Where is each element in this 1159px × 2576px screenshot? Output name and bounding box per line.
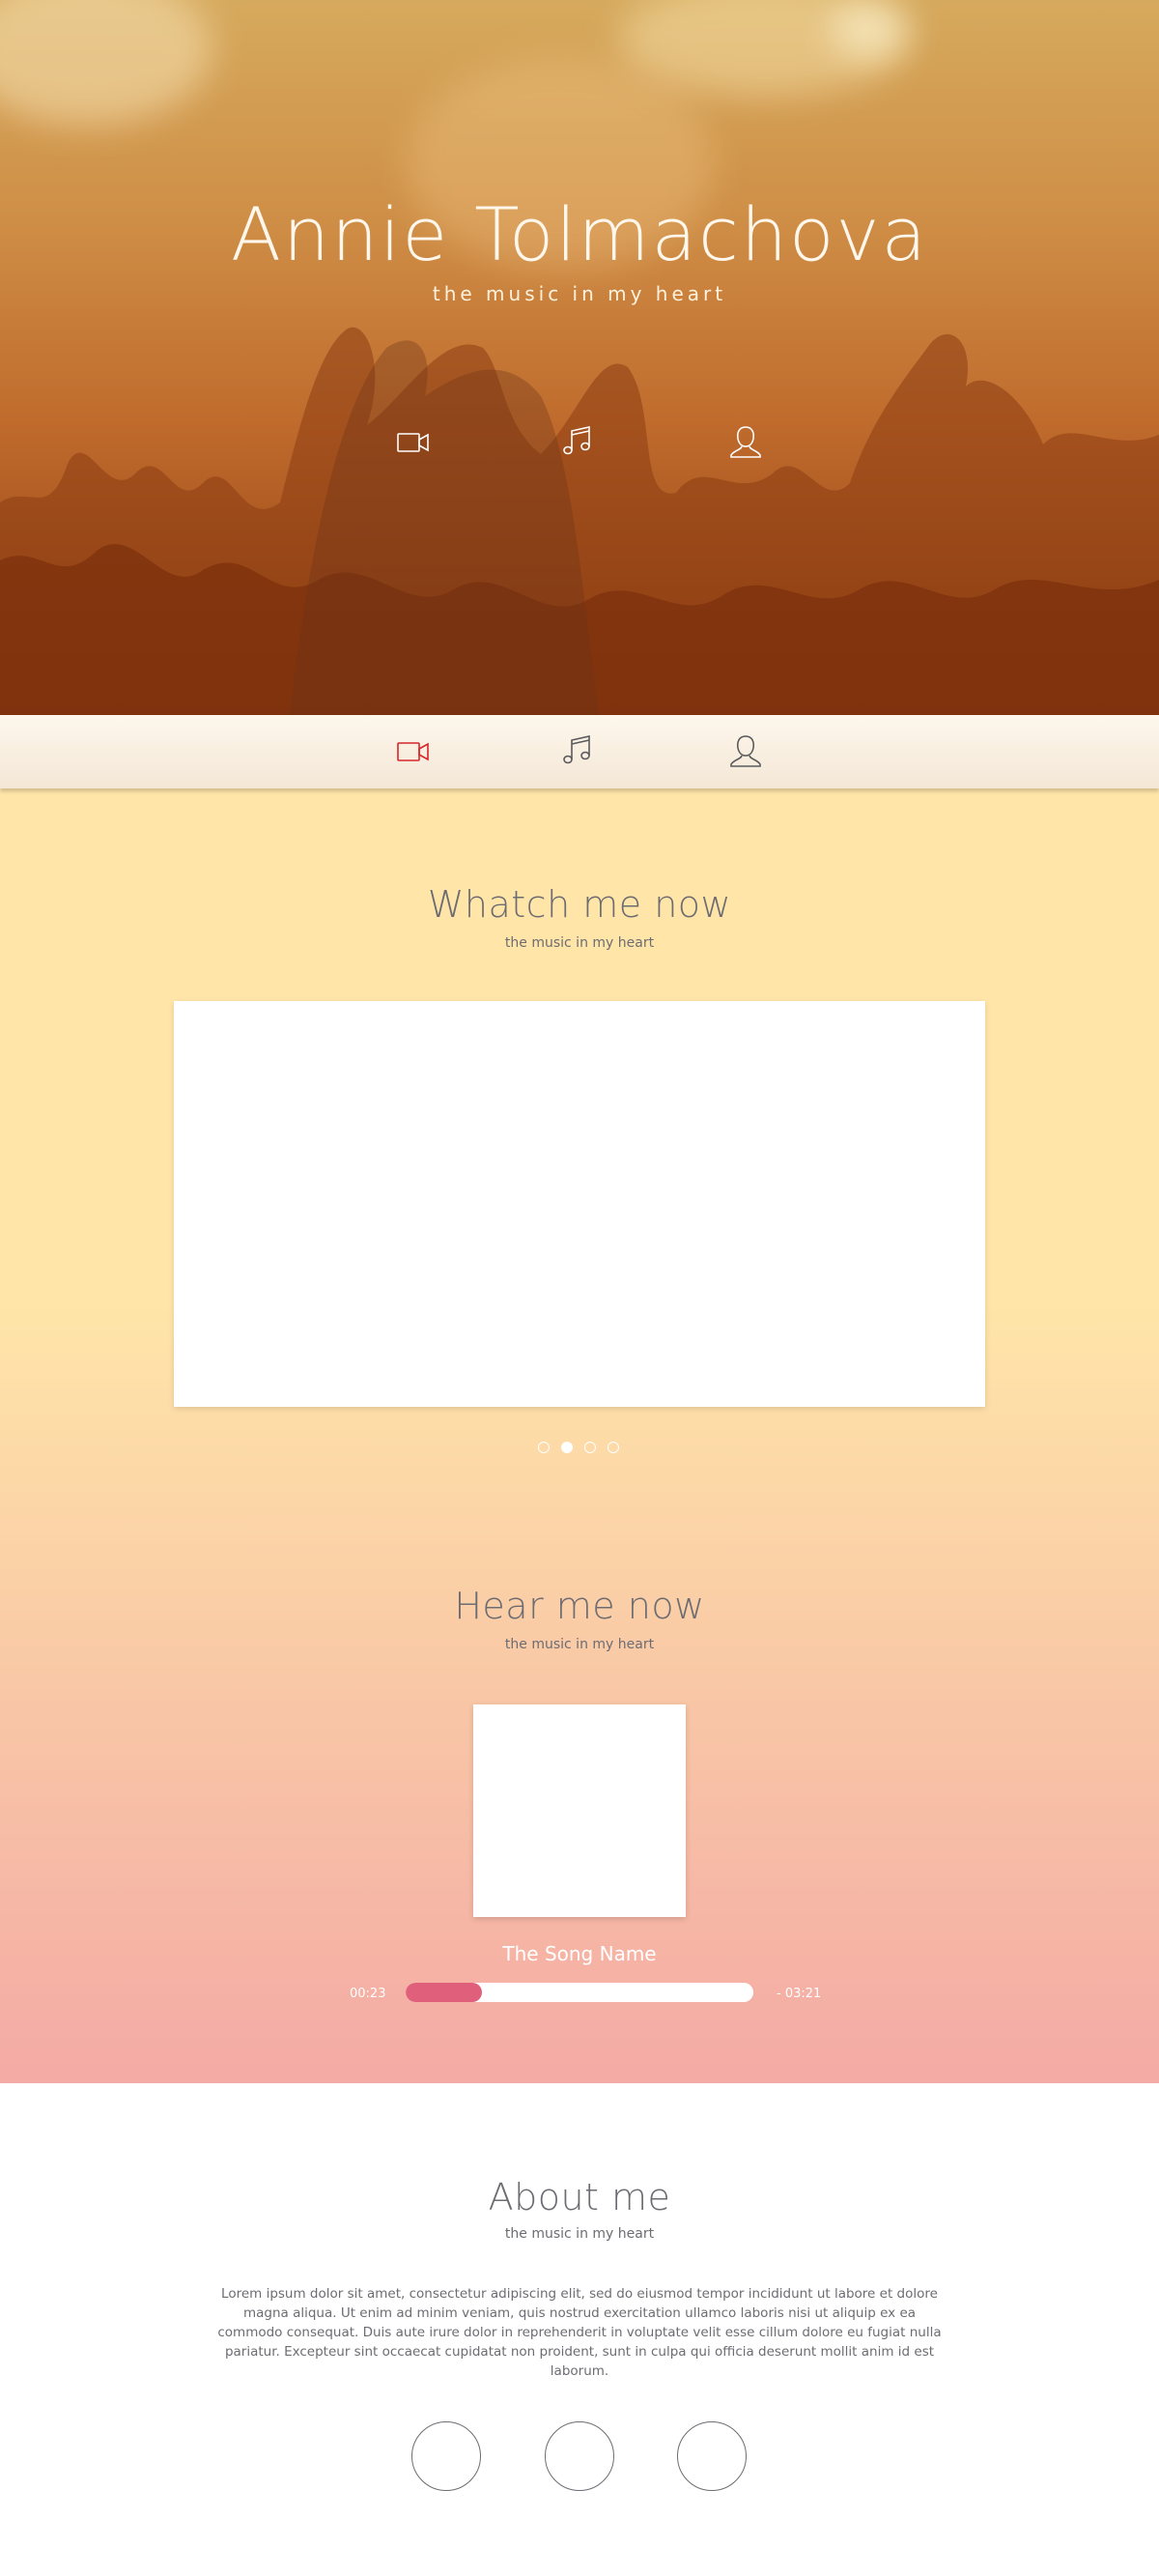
social-link-circle[interactable] [677, 2421, 747, 2491]
user-icon[interactable] [726, 423, 765, 462]
video-player[interactable] [174, 1001, 985, 1407]
social-link-circle[interactable] [545, 2421, 614, 2491]
hero-banner: Annie Tolmachova the music in my heart [0, 0, 1159, 715]
song-name: The Song Name [502, 1942, 657, 1965]
hear-subtitle: the music in my heart [504, 1637, 655, 1652]
video-camera-icon[interactable] [394, 423, 433, 462]
about-text: Lorem ipsum dolor sit amet, consectetur … [217, 2286, 942, 2379]
remaining-time: - 03:21 [777, 1987, 822, 2001]
carousel-dots [0, 1442, 1159, 1455]
concert-crowd-image [0, 327, 1159, 715]
about-section: About me the music in my heart Lorem ips… [0, 2083, 1159, 2576]
media-section: Whatch me now the music in my heart Hear… [0, 788, 1159, 2083]
nav-music-note-icon[interactable] [558, 732, 597, 771]
elapsed-time: 00:23 [350, 1987, 386, 2001]
audio-progress-fill [406, 1983, 483, 2002]
album-cover [473, 1704, 686, 1917]
hero-nav-icons [0, 423, 1159, 462]
hero-title: Annie Tolmachova [230, 191, 929, 277]
hero-subtitle: the music in my heart [432, 282, 727, 305]
carousel-dot-active[interactable] [561, 1442, 573, 1453]
watch-title: Whatch me now [427, 883, 732, 926]
about-title: About me [488, 2176, 671, 2218]
nav-user-icon[interactable] [726, 732, 765, 771]
watch-subtitle: the music in my heart [504, 935, 655, 951]
carousel-dot[interactable] [584, 1442, 596, 1453]
carousel-dot[interactable] [538, 1442, 550, 1453]
hear-title: Hear me now [454, 1585, 705, 1627]
carousel-dot[interactable] [608, 1442, 619, 1453]
social-link-circle[interactable] [411, 2421, 481, 2491]
audio-progress-bar[interactable] [406, 1983, 753, 2002]
about-subtitle: the music in my heart [504, 2226, 655, 2242]
nav-video-camera-icon[interactable] [394, 732, 433, 771]
sticky-nav-bar [0, 715, 1159, 788]
music-note-icon[interactable] [558, 423, 597, 462]
